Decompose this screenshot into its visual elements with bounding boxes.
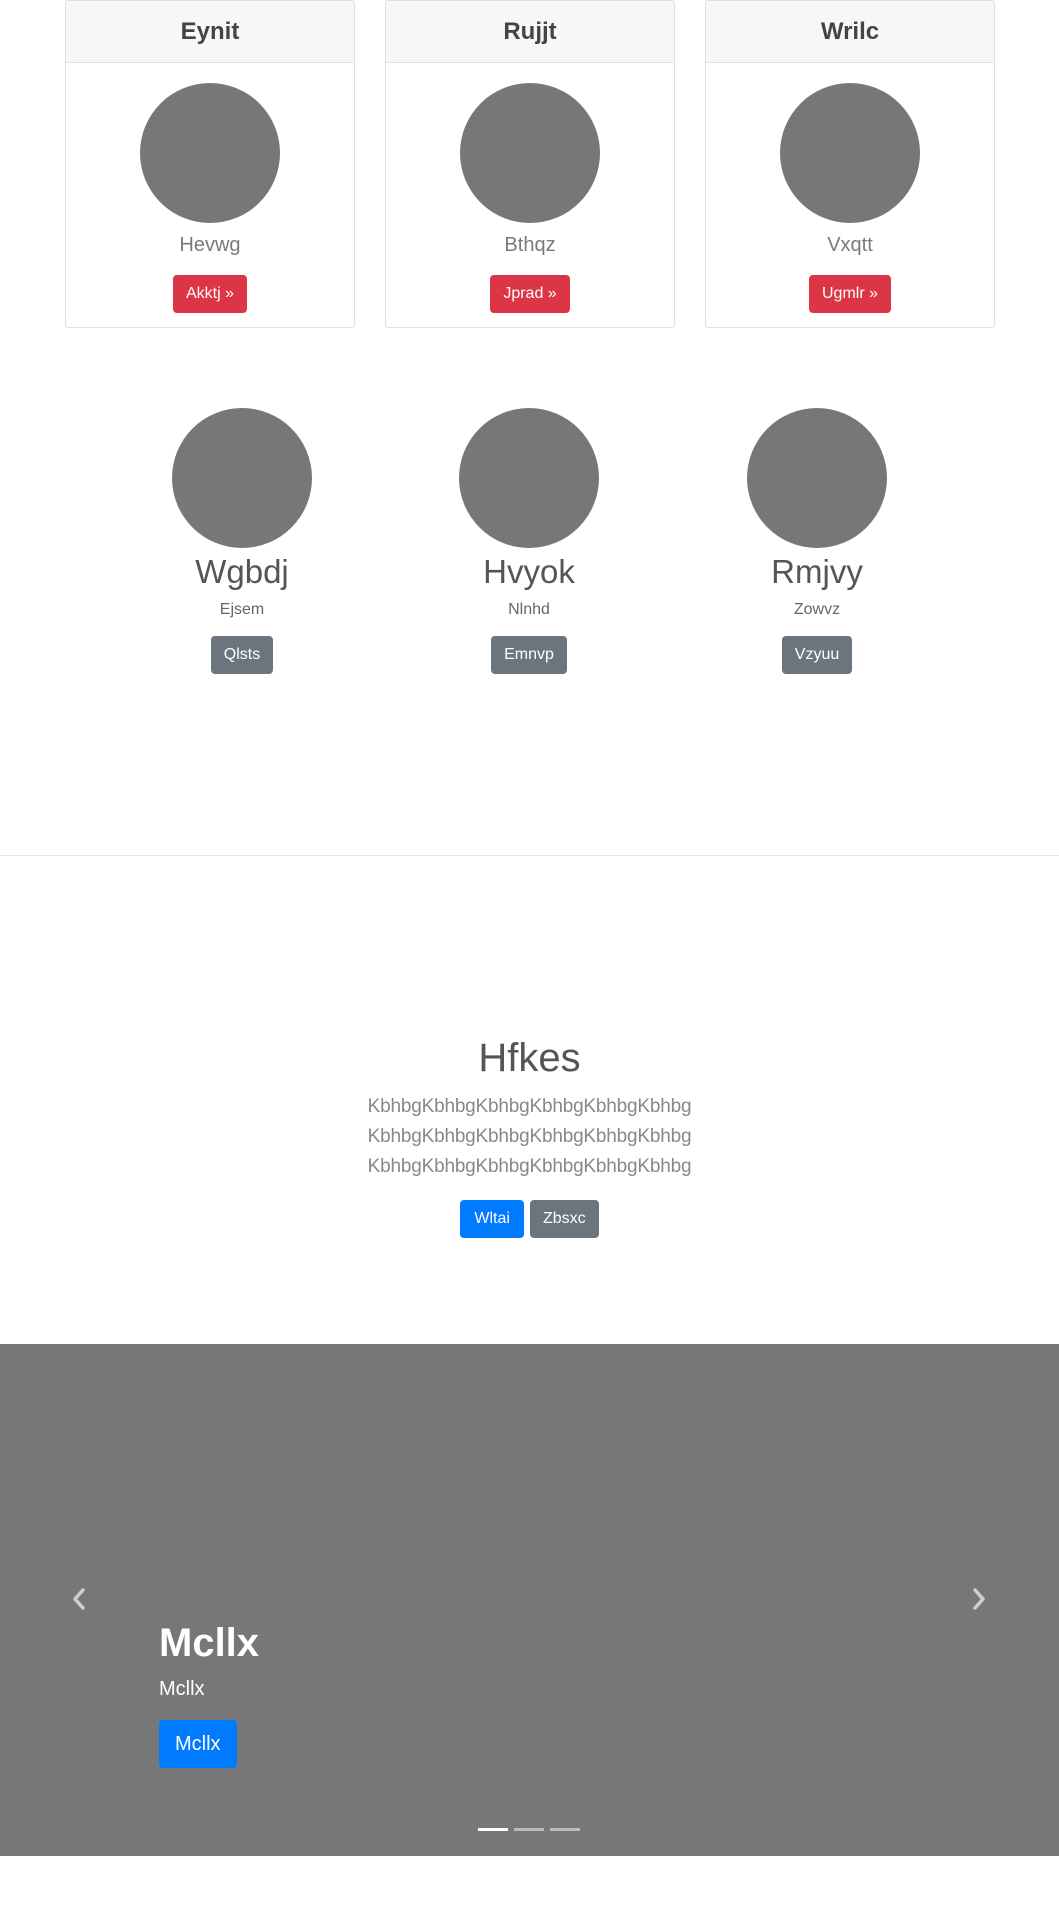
card-title: Rujjt: [386, 1, 674, 63]
card-action-button[interactable]: Jprad »: [490, 275, 570, 313]
card-subtitle: Vxqtt: [827, 234, 873, 256]
avatar-placeholder: [460, 83, 600, 223]
profile-item: Rmjvy Zowvz Vzyuu: [697, 408, 937, 674]
profile-item: Wgbdj Ejsem Qlsts: [122, 408, 362, 674]
profile-subtitle: Nlnhd: [508, 601, 550, 618]
hero-title: Hfkes: [478, 1036, 581, 1080]
profile-button[interactable]: Vzyuu: [781, 636, 853, 674]
carousel-indicator[interactable]: [514, 1828, 544, 1831]
chevron-right-icon: [973, 1588, 985, 1610]
carousel-title: Mcllx: [159, 1621, 260, 1665]
hero-text: KbhbgKbhbgKbhbgKbhbgKbhbgKbhbg KbhbgKbhb…: [360, 1092, 700, 1182]
card-subtitle: Bthqz: [504, 234, 556, 256]
card: Rujjt Bthqz Jprad »: [385, 0, 675, 328]
profile-row: Wgbdj Ejsem Qlsts Hvyok Nlnhd Emnvp Rmjv…: [0, 408, 1059, 678]
carousel-subtitle: Mcllx: [159, 1678, 205, 1700]
profile-subtitle: Zowvz: [793, 601, 841, 618]
card-title: Eynit: [66, 1, 354, 63]
card-action-button[interactable]: Ugmlr »: [808, 275, 891, 313]
hero-text-line: KbhbgKbhbgKbhbgKbhbgKbhbgKbhbg: [367, 1156, 692, 1177]
hero-secondary-button[interactable]: Zbsxc: [529, 1200, 599, 1238]
hero-section: Hfkes KbhbgKbhbgKbhbgKbhbgKbhbgKbhbg Kbh…: [0, 1030, 1059, 1238]
profile-subtitle: Ejsem: [219, 601, 265, 618]
profile-name: Rmjvy: [771, 553, 863, 590]
carousel-caption: Mcllx Mcllx Mcllx: [159, 1616, 259, 1768]
hero-text-line: KbhbgKbhbgKbhbgKbhbgKbhbgKbhbg: [367, 1126, 692, 1147]
carousel-prev-button[interactable]: [64, 1584, 94, 1614]
avatar-placeholder: [747, 408, 887, 548]
section-divider: [0, 855, 1059, 856]
profile-button[interactable]: Qlsts: [210, 636, 274, 674]
profile-name: Hvyok: [483, 553, 575, 590]
hero-text-line: KbhbgKbhbgKbhbgKbhbgKbhbgKbhbg: [367, 1096, 692, 1117]
card-row: Eynit Hevwg Akktj » Rujjt Bthqz Jprad » …: [65, 0, 995, 328]
carousel: Mcllx Mcllx Mcllx: [0, 1344, 1059, 1856]
profile-name: Wgbdj: [195, 553, 289, 590]
card-action-button[interactable]: Akktj »: [172, 275, 247, 313]
profile-button[interactable]: Emnvp: [491, 636, 567, 674]
hero-primary-button[interactable]: Wltai: [460, 1200, 524, 1238]
carousel-indicators: [478, 1828, 580, 1831]
avatar-placeholder: [140, 83, 280, 223]
avatar-placeholder: [459, 408, 599, 548]
profile-item: Hvyok Nlnhd Emnvp: [409, 408, 649, 674]
carousel-next-button[interactable]: [964, 1584, 994, 1614]
card: Wrilc Vxqtt Ugmlr »: [705, 0, 995, 328]
chevron-left-icon: [73, 1588, 85, 1610]
hero-buttons: Wltai Zbsxc: [0, 1200, 1059, 1238]
card-subtitle: Hevwg: [179, 234, 241, 256]
card: Eynit Hevwg Akktj »: [65, 0, 355, 328]
carousel-button[interactable]: Mcllx: [159, 1720, 237, 1768]
avatar-placeholder: [780, 83, 920, 223]
avatar-placeholder: [172, 408, 312, 548]
card-title: Wrilc: [706, 1, 994, 63]
carousel-indicator[interactable]: [550, 1828, 580, 1831]
carousel-indicator[interactable]: [478, 1828, 508, 1831]
